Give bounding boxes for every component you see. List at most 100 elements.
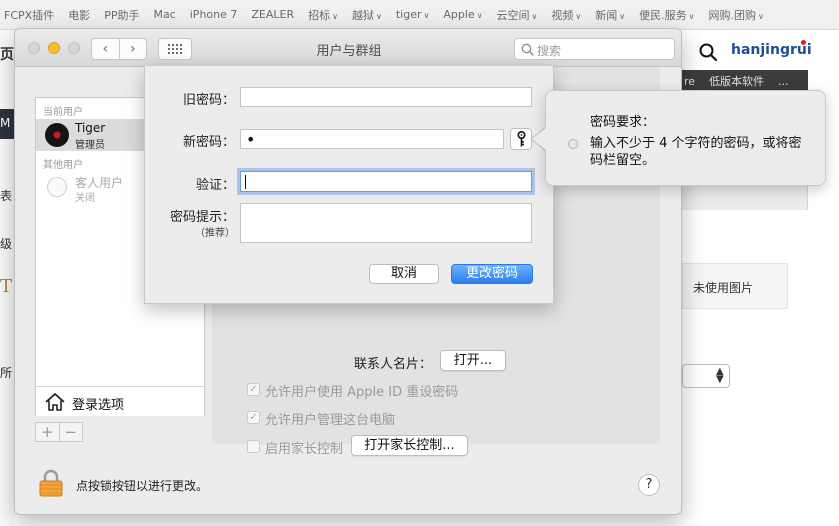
bookmark-item[interactable]: tiger ∨ [396, 8, 430, 21]
background-fragment-page: 页 [0, 47, 14, 63]
avatar [45, 123, 69, 147]
search-placeholder: 搜索 [537, 44, 562, 58]
bookmark-item[interactable]: iPhone 7 [190, 8, 238, 21]
verify-password-field[interactable] [240, 171, 532, 192]
bookmark-item[interactable]: 越狱 ∨ [352, 7, 382, 23]
unused-photo-label: 未使用图片 [693, 281, 754, 295]
current-users-header: 当前用户 [43, 107, 83, 118]
bookmark-item[interactable]: 视频 ∨ [551, 7, 581, 23]
bookmark-label: FCPX插件 [4, 8, 55, 22]
bookmark-label: tiger [395, 8, 422, 21]
bookmark-item[interactable]: FCPX插件 [4, 7, 54, 23]
add-user-button[interactable]: + [36, 423, 59, 441]
window-title: 用户与群组 [316, 44, 382, 59]
chevron-right-icon: › [129, 41, 136, 57]
chevron-down-icon: ∨ [375, 11, 382, 21]
house-icon [45, 393, 65, 411]
checkbox-checked-icon[interactable]: ✓ [247, 411, 260, 424]
contact-card-label: 联系人名片： [354, 357, 433, 372]
nav-item[interactable]: 低版本软件 [709, 73, 764, 89]
background-logo-fragment: T [0, 276, 13, 297]
checkbox-unchecked-icon[interactable] [247, 440, 260, 453]
bookmark-item[interactable]: Apple ∨ [443, 8, 482, 21]
show-all-button[interactable] [158, 38, 192, 60]
search-input[interactable]: 搜索 [514, 38, 675, 60]
chevron-down-icon: ∨ [575, 11, 582, 21]
new-password-label: 新密码： [182, 135, 235, 150]
bookmark-label: Mac [153, 8, 176, 21]
password-hint-field[interactable] [240, 203, 532, 243]
chevron-down-icon: ∨ [476, 11, 483, 20]
help-button[interactable]: ? [638, 474, 660, 496]
bookmark-item[interactable]: 新闻 ∨ [595, 7, 625, 23]
chevron-down-icon: ∨ [757, 11, 764, 21]
minimize-button[interactable] [48, 42, 60, 54]
bookmark-label: iPhone 7 [189, 8, 238, 21]
bookmarks-bar: FCPX插件 电影 PP助手 Mac iPhone 7 ZEALER 招标 ∨ 越狱 ∨ tiger… [0, 0, 839, 30]
change-password-button[interactable]: 更改密码 [451, 264, 533, 284]
zoom-button[interactable] [68, 42, 80, 54]
bookmark-item[interactable]: 云空间 ∨ [497, 7, 538, 23]
chevron-down-icon: ∨ [423, 11, 430, 20]
bookmark-item[interactable]: 便民.服务 ∨ [639, 7, 694, 23]
password-requirements-popover: 密码要求： 输入不少于 4 个字符的密码，或将密码栏留空。 [545, 90, 826, 186]
bookmark-item[interactable]: ZEALER [251, 8, 294, 21]
user-role: 管理员 [75, 140, 105, 151]
chevron-down-icon: ∨ [531, 11, 538, 21]
background-fragment-new: 所 [0, 366, 13, 380]
password-hint-label: 密码提示： [169, 210, 235, 225]
nav-item[interactable]: ... [778, 75, 789, 88]
lock-instruction-text: 点按锁按钮以进行更改。 [76, 479, 209, 493]
bookmark-label: 云空间 [496, 8, 530, 22]
user-name: Tiger [75, 121, 106, 135]
chevron-left-icon: ‹ [102, 41, 109, 57]
text-cursor [245, 175, 246, 189]
option-label: 允许用户使用 Apple ID 重设密码 [265, 385, 459, 400]
other-users-header: 其他用户 [43, 160, 83, 171]
bookmark-label: 越狱 [351, 8, 374, 22]
bookmark-label: 招标 [308, 8, 331, 22]
bookmark-item[interactable]: 电影 [68, 7, 90, 23]
old-password-label: 旧密码： [182, 93, 235, 108]
password-dot: • [246, 130, 256, 149]
open-contact-button[interactable]: 打开... [440, 350, 506, 371]
cancel-button[interactable]: 取消 [369, 264, 439, 284]
open-parental-controls-button[interactable]: 打开家长控制... [351, 435, 468, 456]
guest-avatar-icon [47, 177, 67, 197]
requirement-status-icon [568, 139, 578, 149]
chevron-down-icon: ∨ [332, 11, 338, 21]
add-remove-bar: + − [35, 422, 83, 442]
new-password-field[interactable]: • [240, 129, 504, 149]
bookmark-item[interactable]: 网购.团购 ∨ [708, 7, 763, 23]
bookmark-item[interactable]: PP助手 [104, 7, 139, 23]
forward-button[interactable]: › [118, 39, 147, 59]
requirement-text: 输入不少于 4 个字符的密码，或将密码栏留空。 [590, 136, 802, 168]
lock-icon[interactable] [39, 469, 63, 497]
back-button[interactable]: ‹ [92, 39, 119, 59]
login-options-label: 登录选项 [72, 398, 125, 413]
bookmark-item[interactable]: Mac [153, 8, 175, 21]
bookmark-label: Apple [443, 8, 475, 21]
chevron-down-icon: ∨ [619, 11, 626, 21]
bookmark-label: ZEALER [251, 8, 295, 21]
bookmark-item[interactable]: 招标 ∨ [308, 7, 338, 23]
remove-user-button[interactable]: − [58, 423, 83, 441]
bookmark-label: 网购.团购 [708, 8, 756, 22]
username-link[interactable]: hanjingrui [731, 42, 812, 58]
search-icon [521, 43, 534, 56]
grid-icon [168, 44, 182, 54]
password-assistant-button[interactable] [510, 128, 532, 150]
background-fragment-m: M [0, 109, 14, 139]
popover-title: 密码要求： [590, 115, 656, 130]
option-label: 启用家长控制 [265, 442, 344, 457]
bookmark-label: 视频 [551, 8, 574, 22]
checkbox-checked-icon[interactable]: ✓ [247, 383, 260, 396]
bookmark-label: 便民.服务 [639, 8, 687, 22]
bookmark-label: PP助手 [104, 8, 140, 22]
login-options-item[interactable]: 登录选项 [36, 386, 204, 416]
nav-item[interactable]: re [684, 75, 695, 88]
search-icon[interactable] [699, 43, 717, 61]
chevron-down-icon: ∨ [688, 11, 695, 21]
close-button[interactable] [28, 42, 40, 54]
old-password-field[interactable] [240, 87, 532, 107]
